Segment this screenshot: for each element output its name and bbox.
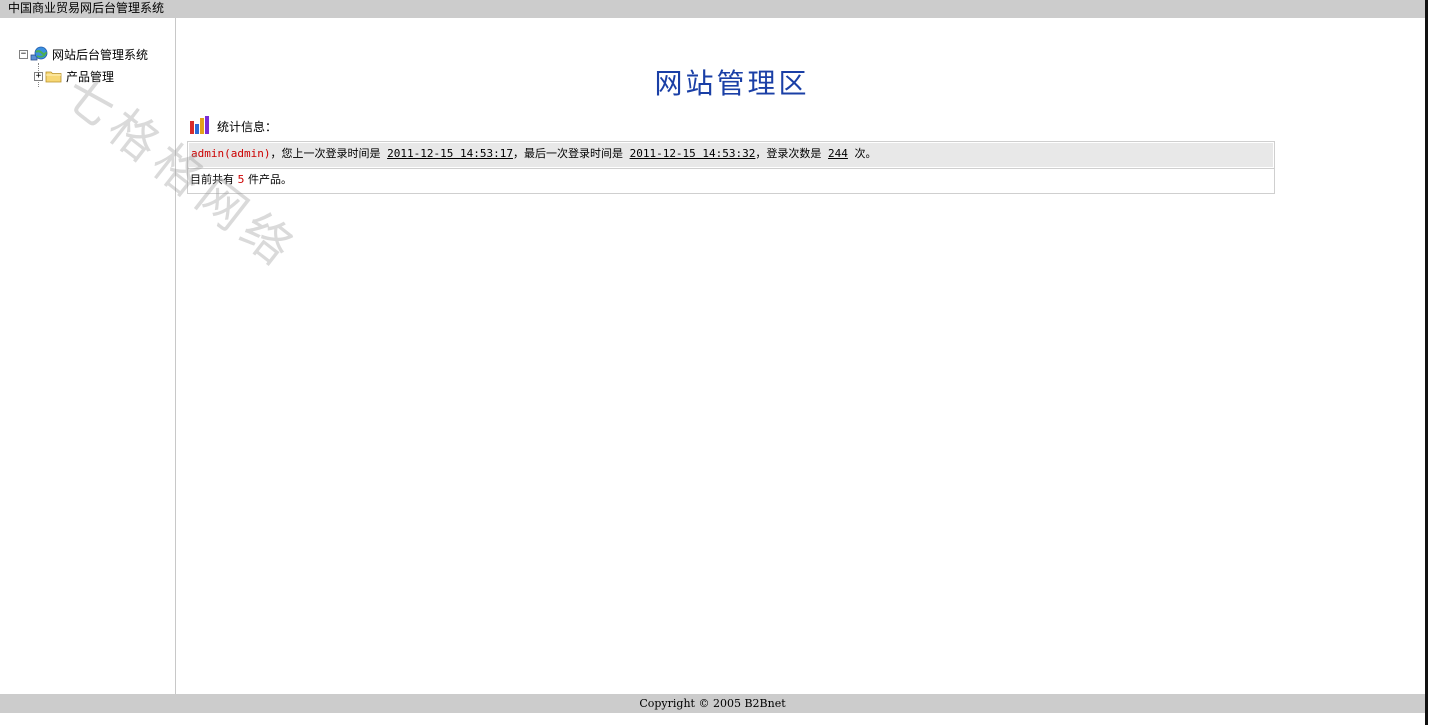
tree-item-product-management[interactable]: + 产品管理 [34, 67, 114, 85]
network-globe-icon [30, 46, 48, 61]
login-count-text: ，登录次数是 [755, 147, 822, 160]
copyright-text: Copyright © 2005 B2Bnet [639, 697, 786, 710]
stats-table: admin(admin)，您上一次登录时间是 2011-12-15 14:53:… [187, 141, 1275, 194]
stats-header-label: 统计信息： [217, 120, 278, 134]
footer: Copyright © 2005 B2Bnet [0, 694, 1425, 713]
window-title-bar: 中国商业贸易网后台管理系统 [0, 0, 1425, 18]
sidebar [0, 18, 176, 694]
last-login-time: 2011-12-15 14:53:32 [629, 147, 756, 160]
prev-login-time: 2011-12-15 14:53:17 [387, 147, 513, 160]
product-count-suffix: 件产品。 [248, 173, 292, 186]
app-frame: 中国商业贸易网后台管理系统 − 网站后台管理系统 + 产品管理 网站管理区 统计… [0, 0, 1425, 725]
product-count-row: 目前共有 5 件产品。 [188, 168, 1274, 193]
login-count-suffix: 次。 [854, 147, 877, 160]
page-title: 网站管理区 [654, 67, 810, 100]
login-info-row: admin(admin)，您上一次登录时间是 2011-12-15 14:53:… [188, 142, 1274, 168]
product-count: 5 [237, 173, 245, 186]
tree-item-label: 产品管理 [66, 69, 115, 84]
prev-login-text: ，您上一次登录时间是 [270, 147, 381, 160]
product-count-prefix: 目前共有 [190, 173, 234, 186]
bar-chart-icon [190, 116, 209, 134]
tree-root-item[interactable]: − 网站后台管理系统 [19, 45, 148, 63]
tree-root-label: 网站后台管理系统 [52, 47, 149, 62]
window-right-edge [1425, 0, 1444, 725]
window-title: 中国商业贸易网后台管理系统 [8, 1, 165, 15]
last-login-text: ，最后一次登录时间是 [512, 147, 623, 160]
login-count: 244 [828, 147, 848, 160]
folder-icon [45, 71, 62, 82]
collapse-toggle-icon[interactable]: − [19, 49, 28, 59]
expand-toggle-icon[interactable]: + [34, 71, 43, 81]
username: admin(admin) [191, 147, 271, 160]
main-content: 网站管理区 统计信息： admin(admin)，您上一次登录时间是 2011-… [177, 18, 1425, 694]
stats-header: 统计信息： [189, 115, 277, 135]
